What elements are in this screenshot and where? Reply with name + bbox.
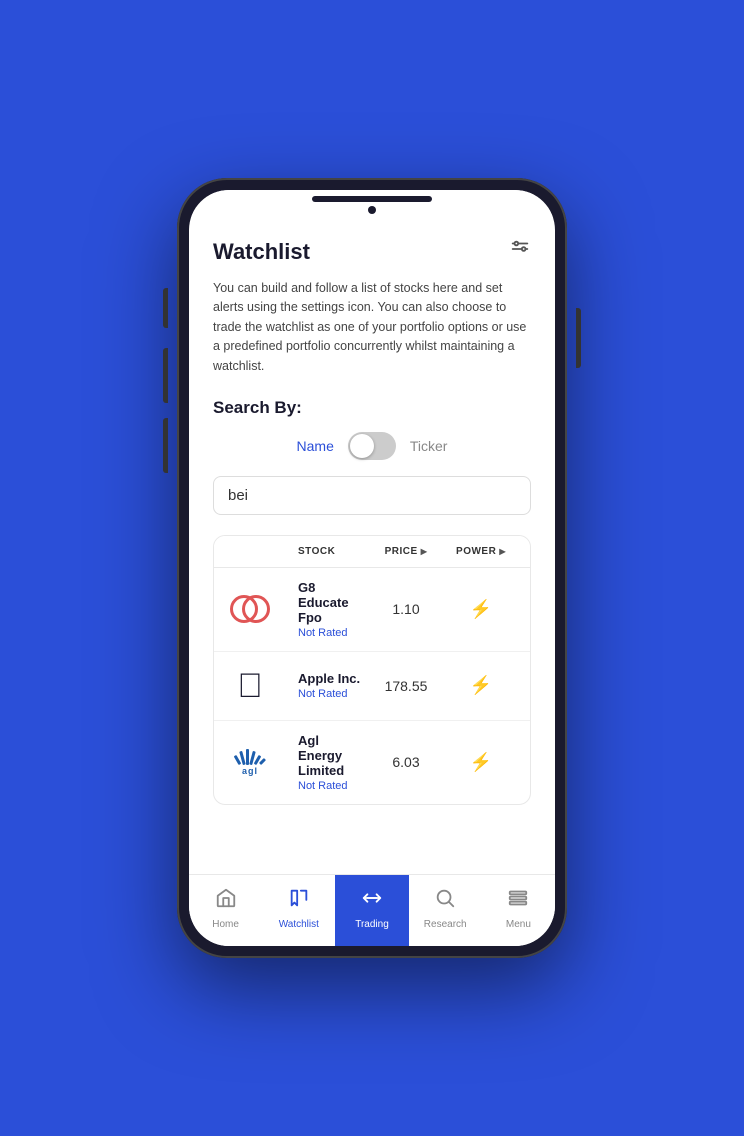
stock-name-agl: Agl Energy Limited (298, 733, 366, 778)
nav-home[interactable]: Home (189, 875, 262, 946)
col-price-header[interactable]: PRICE ▶ (366, 546, 446, 557)
power-bolt-icon-apple: ⚡ (470, 675, 492, 696)
col-stock-header: STOCK (298, 546, 366, 557)
nav-home-label: Home (212, 919, 239, 930)
nav-trading[interactable]: Trading (335, 875, 408, 946)
col-logo-header (228, 546, 298, 557)
nav-menu-label: Menu (506, 919, 531, 930)
stock-price-apple: 178.55 (366, 678, 446, 694)
stock-name-g8: G8 Educate Fpo (298, 580, 366, 625)
home-icon (215, 887, 237, 915)
stock-table: STOCK PRICE ▶ POWER ▶ (213, 535, 531, 805)
agl-text: agl (242, 766, 258, 776)
phone-frame: Watchlist You can build and follow a lis… (177, 178, 567, 958)
volume-down-button (163, 418, 168, 473)
toggle-name-label: Name (297, 438, 334, 454)
power-sort-icon: ▶ (499, 547, 506, 556)
content-area: Watchlist You can build and follow a lis… (189, 218, 555, 874)
toggle-ticker-label: Ticker (410, 438, 448, 454)
silent-switch (163, 288, 168, 328)
nav-menu[interactable]: Menu (482, 875, 555, 946)
phone-notch (189, 190, 555, 218)
table-header: STOCK PRICE ▶ POWER ▶ (214, 536, 530, 568)
toggle-row: Name Ticker (213, 432, 531, 460)
power-bolt-icon-g8: ⚡ (470, 599, 492, 620)
nav-research-label: Research (424, 919, 467, 930)
menu-icon (507, 887, 529, 915)
power-bolt-icon-agl: ⚡ (470, 752, 492, 773)
page-title: Watchlist (213, 239, 310, 265)
volume-up-button (163, 348, 168, 403)
stock-power-apple[interactable]: ⚡ (446, 675, 516, 696)
apple-logo:  (228, 664, 272, 708)
stock-name-apple: Apple Inc. (298, 671, 366, 686)
settings-icon[interactable] (509, 238, 531, 265)
stock-price-g8: 1.10 (366, 601, 446, 617)
stock-rating-apple: Not Rated (298, 688, 366, 700)
col-power-header[interactable]: POWER ▶ (446, 546, 516, 557)
table-row[interactable]: agl Agl Energy Limited Not Rated 6.03 ⚡ (214, 721, 530, 804)
table-row[interactable]: G8 Educate Fpo Not Rated 1.10 ⚡ (214, 568, 530, 652)
stock-info-agl: Agl Energy Limited Not Rated (298, 733, 366, 792)
stock-info-g8: G8 Educate Fpo Not Rated (298, 580, 366, 639)
description-text: You can build and follow a list of stock… (213, 279, 531, 376)
table-row[interactable]:  Apple Inc. Not Rated 178.55 ⚡ (214, 652, 530, 721)
agl-logo: agl (228, 740, 272, 784)
nav-trading-label: Trading (355, 919, 389, 930)
camera-dot (368, 206, 376, 214)
search-input[interactable] (213, 476, 531, 515)
stock-price-agl: 6.03 (366, 754, 446, 770)
watchlist-icon (288, 887, 310, 915)
price-sort-icon: ▶ (421, 547, 428, 556)
apple-logo-icon:  (237, 669, 263, 703)
stock-info-apple: Apple Inc. Not Rated (298, 671, 366, 700)
nav-research[interactable]: Research (409, 875, 482, 946)
stock-power-agl[interactable]: ⚡ (446, 752, 516, 773)
toggle-knob (350, 434, 374, 458)
notch-bar (312, 196, 432, 202)
stock-power-g8[interactable]: ⚡ (446, 599, 516, 620)
g8-logo (228, 587, 272, 631)
search-by-label: Search By: (213, 398, 531, 418)
header-row: Watchlist (213, 238, 531, 265)
power-button (576, 308, 581, 368)
trading-icon (361, 887, 383, 915)
bottom-nav: Home Watchlist (189, 874, 555, 946)
nav-watchlist-label: Watchlist (279, 919, 319, 930)
nav-watchlist[interactable]: Watchlist (262, 875, 335, 946)
research-icon (434, 887, 456, 915)
stock-rating-g8: Not Rated (298, 627, 366, 639)
stock-rating-agl: Not Rated (298, 780, 366, 792)
search-toggle[interactable] (348, 432, 396, 460)
phone-screen: Watchlist You can build and follow a lis… (189, 190, 555, 946)
